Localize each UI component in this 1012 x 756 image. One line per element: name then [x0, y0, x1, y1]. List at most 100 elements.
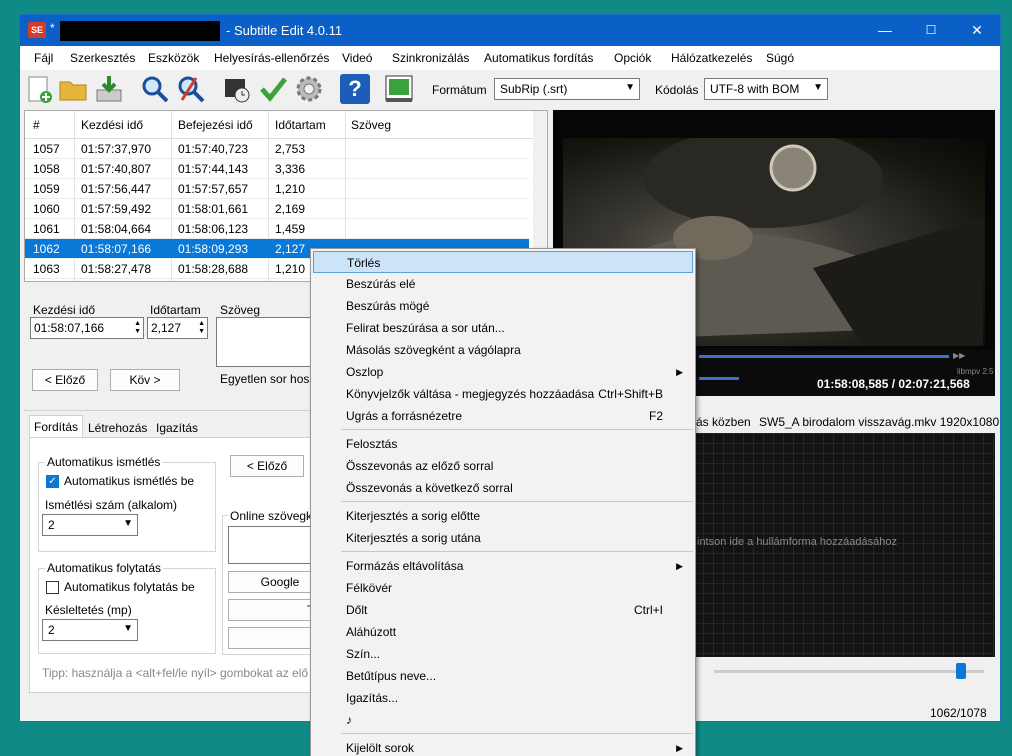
new-file-icon[interactable] — [24, 74, 54, 104]
cell-end: 01:58:28,155 — [178, 279, 248, 281]
context-menu-item[interactable]: Ugrás a forrásnézetre F2 — [313, 405, 693, 427]
cell-dur: 2,753 — [275, 142, 306, 156]
menu-options[interactable]: Opciók — [614, 51, 651, 65]
context-menu-item[interactable]: Igazítás... — [313, 687, 693, 709]
menu-video[interactable]: Videó — [342, 51, 372, 65]
repeat-count-select[interactable]: 2 ▼ — [42, 514, 138, 536]
spinner-icon[interactable]: ▲ ▼ — [198, 320, 205, 336]
auto-repeat-checkbox[interactable]: ✓ — [46, 475, 59, 488]
context-menu-item[interactable]: Törlés — [313, 251, 693, 273]
next-line-button[interactable]: Köv > — [110, 369, 180, 391]
engine-label: libmpv 2.5 — [957, 367, 994, 376]
context-menu-item[interactable]: Felirat beszúrása a sor után... — [313, 317, 693, 339]
col-number[interactable]: # — [33, 111, 40, 139]
zoom-slider[interactable] — [714, 670, 984, 673]
replace-icon[interactable] — [176, 74, 206, 104]
delay-select[interactable]: 2 ▼ — [42, 619, 138, 641]
context-menu-item[interactable]: Szín... — [313, 643, 693, 665]
context-menu-item[interactable]: Könyvjelzők váltása - megjegyzés hozzáad… — [313, 383, 693, 405]
visual-sync-icon[interactable] — [222, 74, 252, 104]
cell-dur: 1,459 — [275, 222, 306, 236]
cell-start: 01:58:07,166 — [81, 242, 152, 256]
chevron-down-icon: ▼ — [813, 82, 823, 93]
menu-item-label: Dőlt — [346, 603, 368, 617]
col-text[interactable]: Szöveg — [351, 111, 391, 139]
duration-label: Időtartam — [150, 303, 201, 317]
prev-line-button[interactable]: < Előző — [32, 369, 98, 391]
format-select[interactable]: SubRip (.srt) ▼ — [494, 78, 640, 100]
minimize-button[interactable]: — — [862, 15, 908, 46]
context-menu-item[interactable]: Oszlop ▶ — [313, 361, 693, 383]
seek-bar[interactable] — [699, 355, 949, 358]
settings-icon[interactable] — [294, 74, 324, 104]
context-menu-item[interactable]: ♪ — [313, 709, 693, 731]
context-menu-item[interactable]: Kiterjesztés a sorig utána — [313, 527, 693, 549]
skip-icon[interactable]: ▶▶ — [953, 351, 965, 360]
menu-sync[interactable]: Szinkronizálás — [392, 51, 469, 65]
encoding-select[interactable]: UTF-8 with BOM ▼ — [704, 78, 828, 100]
col-duration[interactable]: Időtartam — [275, 111, 326, 139]
menu-network[interactable]: Hálózatkezelés — [671, 51, 752, 65]
cell-start: 01:58:24,527 — [81, 279, 151, 281]
context-menu-item[interactable]: Dőlt Ctrl+I — [313, 599, 693, 621]
cell-start: 01:58:04,664 — [81, 222, 152, 236]
menu-auto-translate[interactable]: Automatikus fordítás — [484, 51, 593, 65]
unsaved-marker: * — [50, 21, 55, 35]
cell-dur: 2,169 — [275, 202, 306, 216]
menu-file[interactable]: Fájl — [34, 51, 53, 65]
cell-end: 01:58:01,661 — [178, 202, 249, 216]
spellcheck-icon[interactable] — [258, 74, 288, 104]
maximize-button[interactable]: ☐ — [908, 15, 954, 46]
tab-translate[interactable]: Fordítás — [29, 415, 84, 437]
context-menu-item[interactable]: Betűtípus neve... — [313, 665, 693, 687]
context-menu-item[interactable]: Összevonás az előző sorral — [313, 455, 693, 477]
cell-end: 01:58:06,123 — [178, 222, 249, 236]
volume-bar[interactable] — [699, 377, 739, 380]
auto-continue-checkbox[interactable] — [46, 581, 59, 594]
menu-item-label: Kiterjesztés a sorig előtte — [346, 509, 481, 523]
tab-create[interactable]: Létrehozás — [84, 417, 151, 439]
save-icon[interactable] — [94, 74, 124, 104]
layout-icon[interactable] — [384, 74, 414, 104]
menu-spellcheck[interactable]: Helyesírás-ellenőrzés — [214, 51, 329, 65]
cell-num: 1057 — [33, 142, 60, 156]
submenu-arrow-icon: ▶ — [676, 367, 683, 377]
spinner-icon[interactable]: ▲ ▼ — [134, 320, 141, 336]
context-menu-item[interactable]: Kijelölt sorok ▶ — [313, 737, 693, 756]
menu-tools[interactable]: Eszközök — [148, 51, 199, 65]
start-time-field[interactable]: 01:58:07,166 ▲ ▼ — [30, 317, 144, 339]
table-row[interactable]: 1057 01:57:37,970 01:57:40,723 2,753 — [25, 139, 529, 159]
context-menu-item[interactable]: Aláhúzott — [313, 621, 693, 643]
open-folder-icon[interactable] — [58, 74, 88, 104]
context-menu-item[interactable]: Összevonás a következő sorral — [313, 477, 693, 499]
context-menu-item[interactable]: Félkövér — [313, 577, 693, 599]
context-menu-item[interactable]: Kiterjesztés a sorig előtte — [313, 505, 693, 527]
col-end[interactable]: Befejezési idő — [178, 111, 253, 139]
table-row[interactable]: 1058 01:57:40,807 01:57:44,143 3,336 — [25, 159, 529, 179]
duration-field[interactable]: 2,127 ▲ ▼ — [147, 317, 208, 339]
context-menu-item[interactable]: Másolás szövegként a vágólapra — [313, 339, 693, 361]
video-file-info: SW5_A birodalom visszavág.mkv 1920x1080 — [759, 415, 1000, 429]
context-menu-item[interactable]: Beszúrás mögé — [313, 295, 693, 317]
search-icon[interactable] — [140, 74, 170, 104]
translate-prev-button[interactable]: < Előző — [230, 455, 304, 477]
encoding-value: UTF-8 with BOM — [710, 82, 800, 96]
delay-label: Késleltetés (mp) — [45, 603, 132, 617]
zoom-slider-thumb[interactable] — [956, 663, 966, 679]
table-row[interactable]: 1061 01:58:04,664 01:58:06,123 1,459 — [25, 219, 529, 239]
menu-help[interactable]: Súgó — [766, 51, 794, 65]
table-row[interactable]: 1059 01:57:56,447 01:57:57,657 1,210 — [25, 179, 529, 199]
tab-adjust[interactable]: Igazítás — [152, 417, 202, 439]
help-icon[interactable]: ? — [340, 74, 370, 104]
cell-dur: 3,628 — [275, 279, 305, 281]
video-time: 01:58:08,585 / 02:07:21,568 — [817, 377, 970, 391]
table-row[interactable]: 1060 01:57:59,492 01:58:01,661 2,169 — [25, 199, 529, 219]
menu-edit[interactable]: Szerkesztés — [70, 51, 135, 65]
menu-item-label: Aláhúzott — [346, 625, 397, 639]
col-start[interactable]: Kezdési idő — [81, 111, 143, 139]
single-line-length: Egyetlen sor hossz — [220, 372, 322, 386]
context-menu-item[interactable]: Beszúrás elé — [313, 273, 693, 295]
context-menu-item[interactable]: Felosztás — [313, 433, 693, 455]
context-menu-item[interactable]: Formázás eltávolítása ▶ — [313, 555, 693, 577]
close-button[interactable]: ✕ — [954, 15, 1000, 46]
